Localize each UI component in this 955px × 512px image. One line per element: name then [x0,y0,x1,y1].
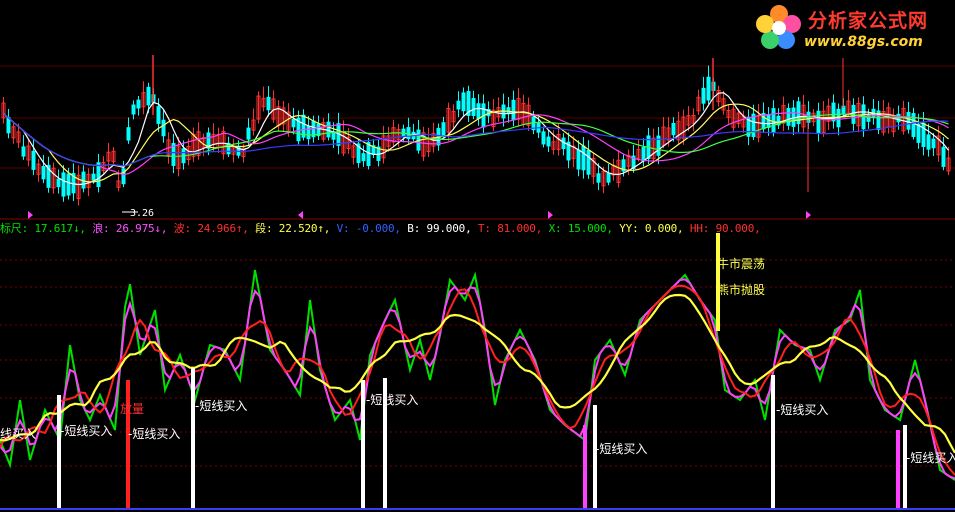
signal-label-10: -短线买入 [906,451,955,465]
indicator-lines [0,269,955,481]
signal-bar [903,425,907,509]
indicator-item-3: 段: 22.520↑, [255,222,337,235]
signal-bar [771,375,775,509]
signal-label-0: 线买入 [0,427,36,441]
indicator-item-2: 波: 24.966↑, [173,222,256,235]
signal-label-5: -短线买入 [366,393,418,407]
signal-label-8: 熊市抛股 [717,282,765,297]
indicator-item-6: T: 81.000, [477,222,549,235]
indicator-item-5: B: 99.000, [407,222,478,235]
scroll-marker-icon[interactable] [806,211,811,219]
signal-label-9: -短线买入 [776,403,828,417]
stock-chart-canvas[interactable]: 3.26 线买入 -短线买入放量-短线买入-短线买入 -短线买入-短线买入牛市震荡熊… [0,0,955,512]
flower-logo-icon [756,5,801,49]
signal-bar [191,368,195,509]
signal-bar [583,425,587,509]
signal-bar [593,405,597,509]
signal-bar [126,380,130,509]
low-price-label: 3.26 [130,208,154,219]
signal-label-2: 放量 [120,401,144,416]
signal-bar [361,380,365,509]
logo-url: www.88gs.com [804,34,923,50]
signal-label-7: 牛市震荡 [717,256,765,271]
signal-label-3: -短线买入 [128,427,180,441]
indicator-item-1: 浪: 26.975↓, [92,222,174,235]
scroll-marker-icon[interactable] [548,211,553,219]
signal-label-1: -短线买入 [60,424,112,438]
signal-bar [57,395,61,509]
scroll-marker-icon[interactable] [298,211,303,219]
indicator-item-4: V: -0.000, [336,222,408,235]
indicator-item-0: 标尺: 17.617↓, [0,222,93,235]
indicator-item-9: HH: 90.000, [689,222,761,235]
low-price-marker: 3.26 [122,208,154,219]
signal-label-6: -短线买入 [595,442,647,456]
indicator-item-8: YY: 0.000, [619,222,690,235]
logo-title: 分析家公式网 [808,10,929,32]
scroll-marker-icon[interactable] [28,211,33,219]
indicator-values-bar: 标尺: 17.617↓, 浪: 26.975↓, 波: 24.966↑, 段: … [0,220,761,236]
signal-bar [716,233,720,331]
signal-label-4: -短线买入 [195,399,247,413]
indicator-item-7: X: 15.000, [548,222,620,235]
signal-bar [896,430,900,509]
site-logo: 分析家公式网 www.88gs.com [752,2,952,54]
